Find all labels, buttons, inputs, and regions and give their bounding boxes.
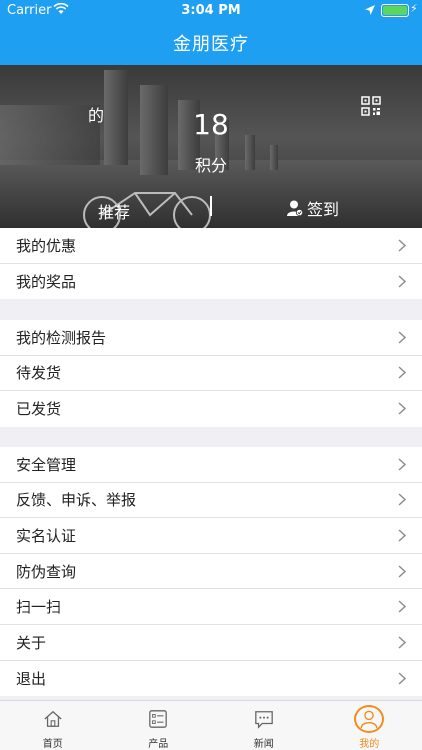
menu-item-security[interactable]: 安全管理 [0,447,422,483]
chevron-right-icon [398,402,406,416]
menu-item-label: 安全管理 [16,455,77,474]
menu-item-label: 关于 [16,633,47,652]
menu-item-test-reports[interactable]: 我的检测报告 [0,320,422,356]
chevron-right-icon [398,366,406,379]
tab-label: 新闻 [253,739,274,750]
status-time: 3:04 PM [181,3,241,18]
menu-group-offers: 我的优惠 我的奖品 [0,228,422,300]
chevron-right-icon [398,636,406,649]
menu-item-scan[interactable]: 扫一扫 [0,589,422,625]
chevron-right-icon [398,529,406,542]
menu-item-anti-counterfeit[interactable]: 防伪查询 [0,554,422,590]
top-bar: Carrier 3:04 PM ⚡ 金朋医疗 [0,0,422,65]
header-divider [210,196,212,216]
page-title: 金朋医疗 [173,34,249,55]
menu-item-my-offers[interactable]: 我的优惠 [0,228,422,264]
recommend-button[interactable]: 推荐 [98,199,130,223]
menu-item-logout[interactable]: 退出 [0,661,422,697]
tab-label: 产品 [148,739,169,750]
qr-code-icon[interactable] [361,96,381,116]
profile-icon [354,705,385,733]
tab-label: 我的 [359,739,380,750]
menu-item-label: 实名认证 [16,526,77,545]
tab-home[interactable]: 首页 [0,701,106,750]
menu-item-feedback[interactable]: 反馈、申诉、举报 [0,483,422,519]
tab-news[interactable]: 新闻 [211,701,317,750]
chevron-right-icon [398,493,406,506]
menu-item-shipped[interactable]: 已发货 [0,391,422,427]
status-bar: Carrier 3:04 PM ⚡ [0,0,422,22]
tab-bar: 首页 产品 新闻 我的 [0,700,422,750]
menu-item-label: 已发货 [16,400,62,419]
menu-item-real-name-auth[interactable]: 实名认证 [0,518,422,554]
menu-item-label: 我的优惠 [16,236,77,255]
menu-item-label: 退出 [16,669,47,688]
chevron-right-icon [398,600,406,613]
menu-item-label: 我的奖品 [16,272,77,291]
menu-group-orders: 我的检测报告 待发货 已发货 [0,320,422,427]
tab-label: 首页 [42,739,63,750]
battery-icon [381,4,409,17]
menu-item-label: 防伪查询 [16,562,77,581]
charging-icon: ⚡ [410,2,418,15]
menu-item-label: 待发货 [16,364,62,383]
checkin-label: 签到 [307,200,340,219]
profile-header: 的 18 积分 推荐 签到 [0,65,422,228]
points-label: 积分 [194,156,227,175]
chevron-right-icon [398,275,406,288]
tab-products[interactable]: 产品 [106,701,212,750]
checkin-user-icon [287,200,304,217]
chevron-right-icon [398,458,406,471]
menu-item-my-prizes[interactable]: 我的奖品 [0,264,422,300]
chevron-right-icon [398,672,406,685]
menu-item-label: 我的检测报告 [16,328,107,347]
location-arrow-icon [365,5,375,15]
product-list-icon [149,710,168,728]
checkin-button[interactable]: 签到 [286,196,339,220]
menu-item-label: 反馈、申诉、举报 [16,491,137,510]
menu-group-settings: 安全管理 反馈、申诉、举报 实名认证 防伪查询 扫一扫 关于 退出 [0,447,422,697]
chevron-right-icon [398,239,406,252]
news-chat-icon [254,711,273,729]
chevron-right-icon [398,565,406,578]
chevron-right-icon [398,331,406,344]
menu-item-label: 扫一扫 [16,598,62,617]
tab-mine[interactable]: 我的 [317,701,422,750]
menu-item-about[interactable]: 关于 [0,625,422,661]
menu-item-pending-shipment[interactable]: 待发货 [0,356,422,392]
home-icon [44,710,62,727]
points-value: 18 [193,108,229,141]
